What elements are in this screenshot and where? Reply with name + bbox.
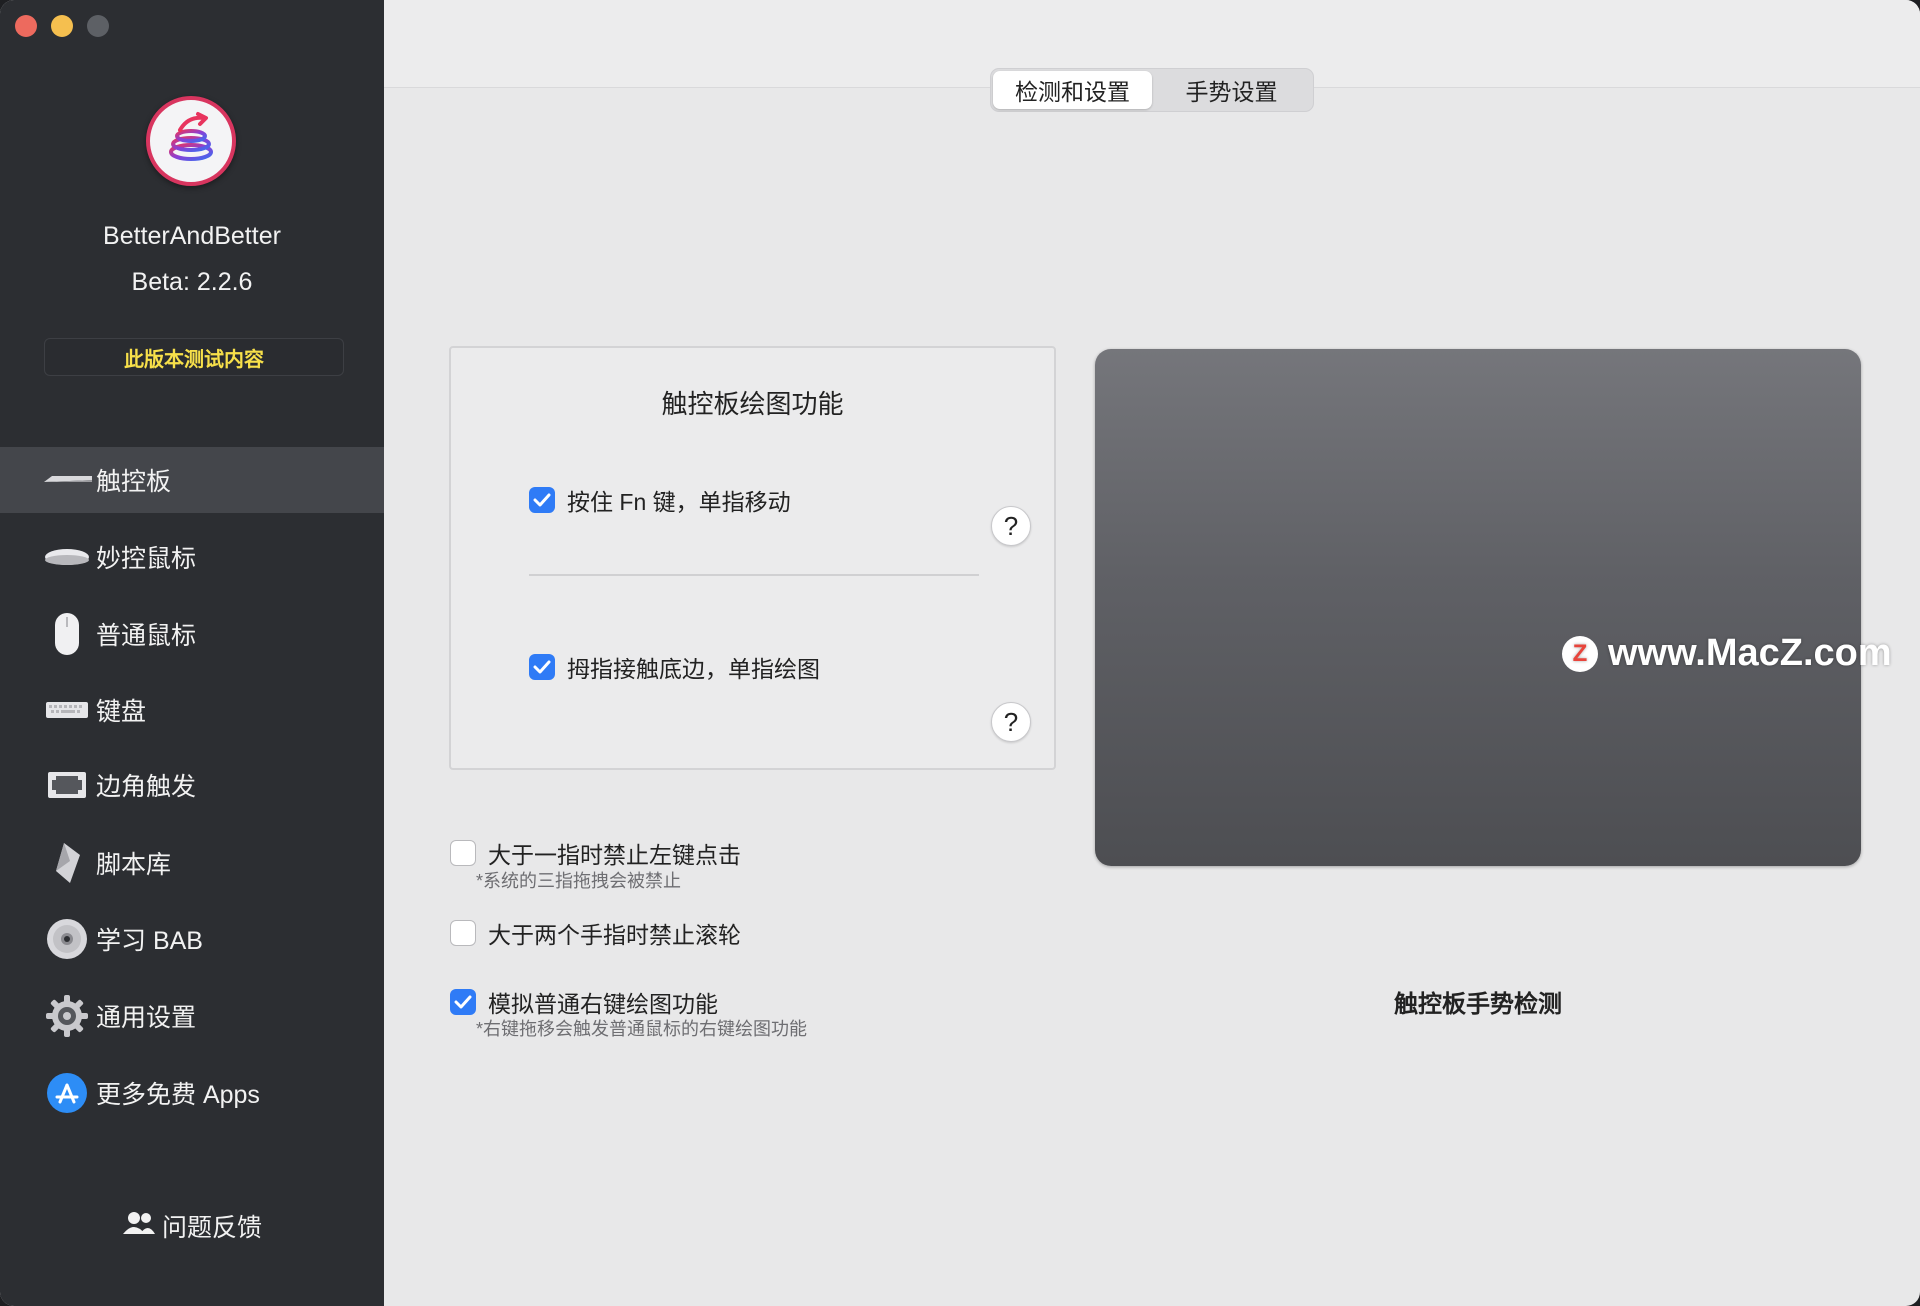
drawing-panel: 触控板绘图功能 按住 Fn 键，单指移动 ? 拇指接触底边，单指绘图 ? <box>449 346 1056 770</box>
sidebar-item-keyboard[interactable]: 键盘 <box>0 677 384 743</box>
sidebar-item-hot-corners[interactable]: 边角触发 <box>0 752 384 818</box>
fn-move-checkbox[interactable] <box>529 487 555 513</box>
mouse-icon <box>42 612 92 656</box>
right-click-draw-note: *右键拖移会触发普通鼠标的右键绘图功能 <box>476 1019 808 1039</box>
trackpad-detection-area[interactable] <box>1095 349 1861 866</box>
tab-detect-settings[interactable]: 检测和设置 <box>993 71 1152 109</box>
feedback-label: 问题反馈 <box>161 1214 262 1242</box>
right-click-draw-checkbox[interactable] <box>450 989 476 1015</box>
app-window: BetterAndBetter Beta: 2.2.6 此版本测试内容 触控板 … <box>0 0 1920 1306</box>
sidebar-item-trackpad[interactable]: 触控板 <box>0 447 384 513</box>
sidebar-item-more-apps[interactable]: 更多免费 Apps <box>0 1060 384 1126</box>
right-click-draw-label: 模拟普通右键绘图功能 <box>488 991 718 1017</box>
help-button-2[interactable]: ? <box>991 702 1031 742</box>
sidebar: BetterAndBetter Beta: 2.2.6 此版本测试内容 触控板 … <box>0 0 384 1306</box>
window-controls <box>15 15 109 37</box>
panel-divider <box>529 574 979 576</box>
watermark-text: www.MacZ.com <box>1608 632 1892 674</box>
tab-gesture-settings[interactable]: 手势设置 <box>1152 71 1311 109</box>
watermark: Z www.MacZ.com <box>1562 632 1892 675</box>
right-click-draw-option[interactable]: 模拟普通右键绘图功能 <box>450 985 718 1019</box>
fn-move-option[interactable]: 按住 Fn 键，单指移动 <box>529 483 791 517</box>
macz-logo-icon: Z <box>1562 635 1598 672</box>
tab-bar: 检测和设置 手势设置 <box>990 68 1314 112</box>
disc-icon <box>42 917 92 961</box>
keyboard-icon <box>42 688 92 732</box>
disable-scroll-label: 大于两个手指时禁止滚轮 <box>488 922 741 948</box>
people-icon <box>122 1210 156 1243</box>
thumb-draw-checkbox[interactable] <box>529 654 555 680</box>
hot-corner-icon <box>42 763 92 807</box>
panel-title: 触控板绘图功能 <box>661 389 844 419</box>
trackpad-caption: 触控板手势检测 <box>1394 991 1562 1018</box>
feedback-button[interactable]: 问题反馈 <box>0 1208 384 1244</box>
sidebar-item-learn[interactable]: 学习 BAB <box>0 906 384 972</box>
minimize-button[interactable] <box>51 15 73 37</box>
zoom-button[interactable] <box>87 15 109 37</box>
app-name: BetterAndBetter <box>103 222 281 250</box>
app-version: Beta: 2.2.6 <box>131 268 253 296</box>
disable-left-click-checkbox[interactable] <box>450 840 476 866</box>
sidebar-item-scripts[interactable]: 脚本库 <box>0 830 384 896</box>
beta-notes-label: 此版本测试内容 <box>124 348 264 371</box>
gear-icon <box>42 994 92 1038</box>
beta-notes-button[interactable]: 此版本测试内容 <box>44 338 344 376</box>
close-button[interactable] <box>15 15 37 37</box>
disable-left-click-option[interactable]: 大于一指时禁止左键点击 <box>450 836 741 870</box>
sidebar-item-mouse[interactable]: 普通鼠标 <box>0 601 384 667</box>
app-logo-icon <box>146 96 236 186</box>
disable-left-click-label: 大于一指时禁止左键点击 <box>488 842 741 868</box>
sidebar-item-general[interactable]: 通用设置 <box>0 983 384 1049</box>
disable-scroll-checkbox[interactable] <box>450 920 476 946</box>
help-button-1[interactable]: ? <box>991 506 1031 546</box>
script-icon <box>42 841 92 885</box>
thumb-draw-option[interactable]: 拇指接触底边，单指绘图 <box>529 650 820 684</box>
disable-scroll-option[interactable]: 大于两个手指时禁止滚轮 <box>450 916 741 950</box>
thumb-draw-label: 拇指接触底边，单指绘图 <box>567 656 820 682</box>
magic-mouse-icon <box>42 535 92 579</box>
sidebar-item-magic-mouse[interactable]: 妙控鼠标 <box>0 524 384 590</box>
app-store-icon <box>42 1071 92 1115</box>
trackpad-icon <box>42 458 92 502</box>
disable-left-click-note: *系统的三指拖拽会被禁止 <box>476 871 682 891</box>
fn-move-label: 按住 Fn 键，单指移动 <box>567 489 791 515</box>
